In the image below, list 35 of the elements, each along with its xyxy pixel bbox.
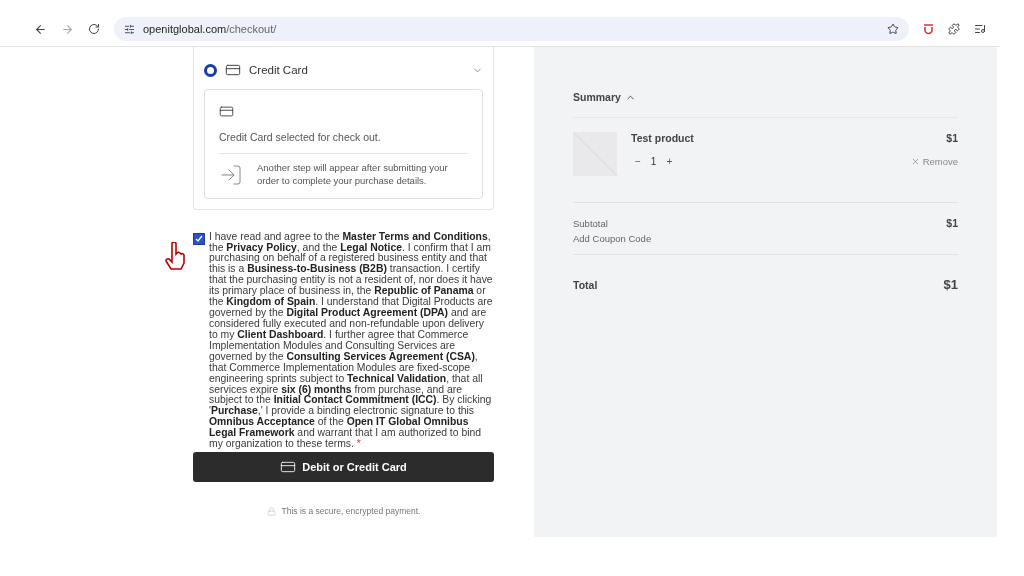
hand-cursor-icon xyxy=(165,241,185,272)
add-coupon-link[interactable]: Add Coupon Code xyxy=(573,233,652,244)
puzzle-icon[interactable] xyxy=(948,23,960,35)
product-name: Test product xyxy=(631,132,694,144)
bookmark-star-icon[interactable] xyxy=(887,23,899,35)
product-price: $1 xyxy=(946,132,958,144)
selected-method-text: Credit Card selected for check out. xyxy=(219,131,468,154)
reload-icon[interactable] xyxy=(88,23,100,35)
secure-payment-note: This is a secure, encrypted payment. xyxy=(281,506,421,517)
payment-method-label[interactable]: Credit Card xyxy=(249,64,308,76)
radio-button[interactable] xyxy=(204,63,217,77)
address-bar[interactable]: openitglobal.com/checkout/ xyxy=(114,17,909,41)
summary-title: Summary xyxy=(573,91,621,103)
redirect-icon xyxy=(219,162,243,187)
decrease-button[interactable]: − xyxy=(635,156,641,167)
terms-text: I have read and agree to the Master Terms and Conditions, the Privacy Policy, and the Legal Notice. I confirm that I am purchasing on behalf of a registered business entity and that this is a Business-to-Business (B2B) transaction. I certify that the purchasing entity is not a resident of, nor does it have its primary place of business in, the Republic of Panama or the Kingdom of Spain. I understand that Digital Products are governed by the Digital Product Agreement (DPA) and are considered fully executed and non-refundable upon delivery to my Client Dashboard. I further agree that Commerce Implementation Modules and Consulting Services are governed by the Consulting Services Agreement (CSA), that Commerce Implementation Modules are fixed-scope engineering sprints subject to Technical Validation, that all services expire six (6) months from purchase, and are subject to the Initial Contact Commitment (ICC). By clicking 'Purchase,' I provide a binding electronic signature to this Omnibus Acceptance of the Open IT Global Omnibus Legal Framework and warrant that I am authorized to bind my organization to these terms. * xyxy=(209,231,494,451)
product-thumbnail xyxy=(573,132,617,176)
reading-list-icon[interactable] xyxy=(974,23,986,35)
site-settings-icon[interactable] xyxy=(124,23,135,35)
pay-button[interactable]: Debit or Credit Card xyxy=(193,452,494,483)
next-step-note: Another step will appear after submitting your order to complete your purchase details. xyxy=(257,162,449,188)
increase-button[interactable]: + xyxy=(666,156,673,167)
total-label: Total xyxy=(573,278,598,291)
back-icon[interactable] xyxy=(34,22,47,36)
agree-checkbox[interactable] xyxy=(193,232,205,245)
close-icon xyxy=(910,157,920,166)
credit-card-icon xyxy=(225,62,241,78)
url-text: openitglobal.com/checkout/ xyxy=(143,23,277,35)
subtotal-label: Subtotal xyxy=(573,217,608,229)
credit-card-icon xyxy=(219,104,234,119)
quantity-value: 1 xyxy=(650,156,657,167)
lock-icon xyxy=(266,506,276,516)
total-value: $1 xyxy=(943,277,958,292)
subtotal-value: $1 xyxy=(946,217,958,229)
extension-icon[interactable] xyxy=(923,23,934,35)
